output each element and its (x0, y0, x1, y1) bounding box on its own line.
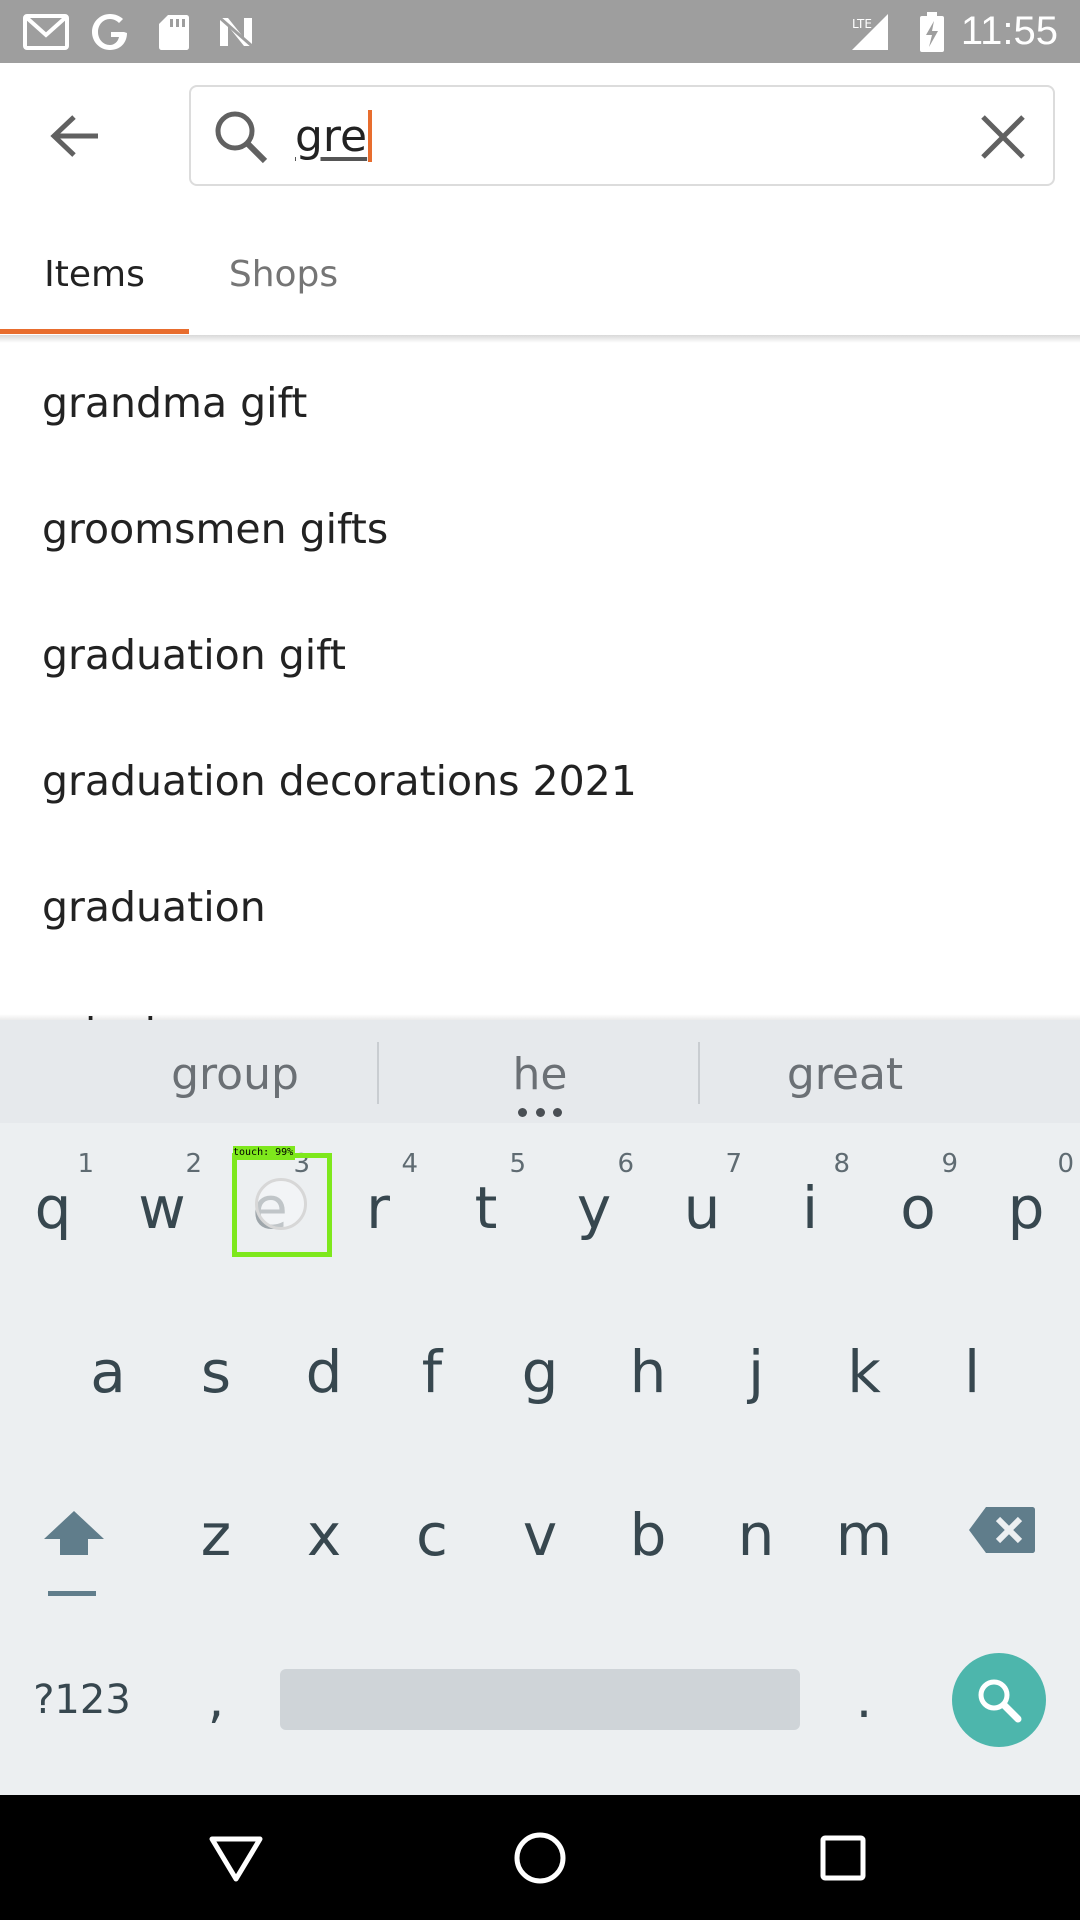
suggestion-strip: group he great (0, 1020, 1080, 1123)
n-icon (214, 0, 258, 63)
suggestion-list: grandma gift groomsmen gifts graduation … (0, 340, 1080, 1020)
search-icon (213, 109, 269, 165)
key-f[interactable]: f (378, 1307, 486, 1437)
text-cursor (368, 110, 373, 162)
tab-shops[interactable]: Shops (190, 215, 377, 335)
touch-label: touch: 99% (233, 1146, 295, 1160)
key-m[interactable]: m (810, 1470, 918, 1600)
key-z[interactable]: z (162, 1470, 270, 1600)
key-s[interactable]: s (162, 1307, 270, 1437)
key-u[interactable]: u7 (648, 1143, 756, 1273)
tab-indicator (0, 329, 189, 334)
space-bar[interactable] (280, 1669, 800, 1730)
triangle-back-icon (209, 1836, 263, 1882)
suggestion-item[interactable]: groomsmen gifts (42, 466, 388, 592)
key-o[interactable]: o9 (864, 1143, 972, 1273)
search-tabs: Items Shops (0, 215, 1080, 335)
keyboard-search-key[interactable] (952, 1653, 1046, 1747)
tab-items[interactable]: Items (0, 215, 189, 335)
strip-suggestion-great[interactable]: great (690, 1020, 1000, 1130)
suggestion-item[interactable]: graduation (42, 844, 266, 970)
svg-text:LTE: LTE (852, 17, 872, 31)
key-k[interactable]: k (810, 1307, 918, 1437)
search-input[interactable]: gre (295, 111, 367, 162)
key-q[interactable]: q1 (0, 1143, 108, 1273)
arrow-left-icon (50, 115, 98, 157)
clock: 11:55 (960, 9, 1058, 53)
search-field[interactable]: gre (189, 85, 1055, 186)
period-key[interactable]: . (824, 1640, 904, 1760)
key-c[interactable]: c (378, 1470, 486, 1600)
google-icon (88, 0, 132, 63)
key-a[interactable]: a (54, 1307, 162, 1437)
key-x[interactable]: x (270, 1470, 378, 1600)
home-nav-button[interactable] (507, 1825, 573, 1891)
square-recents-icon (820, 1835, 866, 1881)
clear-search-button[interactable] (973, 107, 1033, 167)
shift-icon (44, 1511, 104, 1596)
battery-charging-icon (918, 0, 946, 63)
touch-highlight-box (232, 1153, 332, 1257)
key-h[interactable]: h (594, 1307, 702, 1437)
key-w[interactable]: w2 (108, 1143, 216, 1273)
suggestion-item[interactable]: grandma gift (42, 340, 307, 466)
key-t[interactable]: t5 (432, 1143, 540, 1273)
key-v[interactable]: v (486, 1470, 594, 1600)
key-i[interactable]: i8 (756, 1143, 864, 1273)
key-g[interactable]: g (486, 1307, 594, 1437)
sd-card-icon (156, 0, 192, 63)
recents-nav-button[interactable] (810, 1825, 876, 1891)
back-button[interactable] (40, 104, 110, 168)
key-y[interactable]: y6 (540, 1143, 648, 1273)
strip-suggestion-group[interactable]: group (80, 1020, 390, 1130)
gmail-icon (22, 0, 70, 63)
status-bar: LTE 11:55 (0, 0, 1080, 63)
more-suggestions-icon[interactable] (518, 1108, 562, 1118)
comma-key[interactable]: , (176, 1640, 256, 1760)
suggestion-item[interactable]: graduation gift (42, 592, 346, 718)
key-n[interactable]: n (702, 1470, 810, 1600)
key-d[interactable]: d (270, 1307, 378, 1437)
backspace-key[interactable] (968, 1505, 1068, 1565)
search-icon (978, 1679, 1022, 1723)
suggestion-item[interactable]: graduation decorations 2021 (42, 718, 637, 844)
symbols-key[interactable]: ?123 (22, 1640, 142, 1760)
shift-key[interactable] (34, 1495, 114, 1605)
key-b[interactable]: b (594, 1470, 702, 1600)
back-nav-button[interactable] (203, 1825, 269, 1891)
key-r[interactable]: r4 (324, 1143, 432, 1273)
backspace-icon (969, 1507, 1035, 1553)
suggestion-item[interactable]: grinch (42, 970, 171, 1020)
lte-signal-icon: LTE (850, 0, 890, 63)
close-icon (981, 115, 1025, 159)
key-j[interactable]: j (702, 1307, 810, 1437)
key-p[interactable]: p0 (972, 1143, 1080, 1273)
navigation-bar (0, 1795, 1080, 1920)
key-l[interactable]: l (918, 1307, 1026, 1437)
circle-home-icon (514, 1832, 566, 1884)
